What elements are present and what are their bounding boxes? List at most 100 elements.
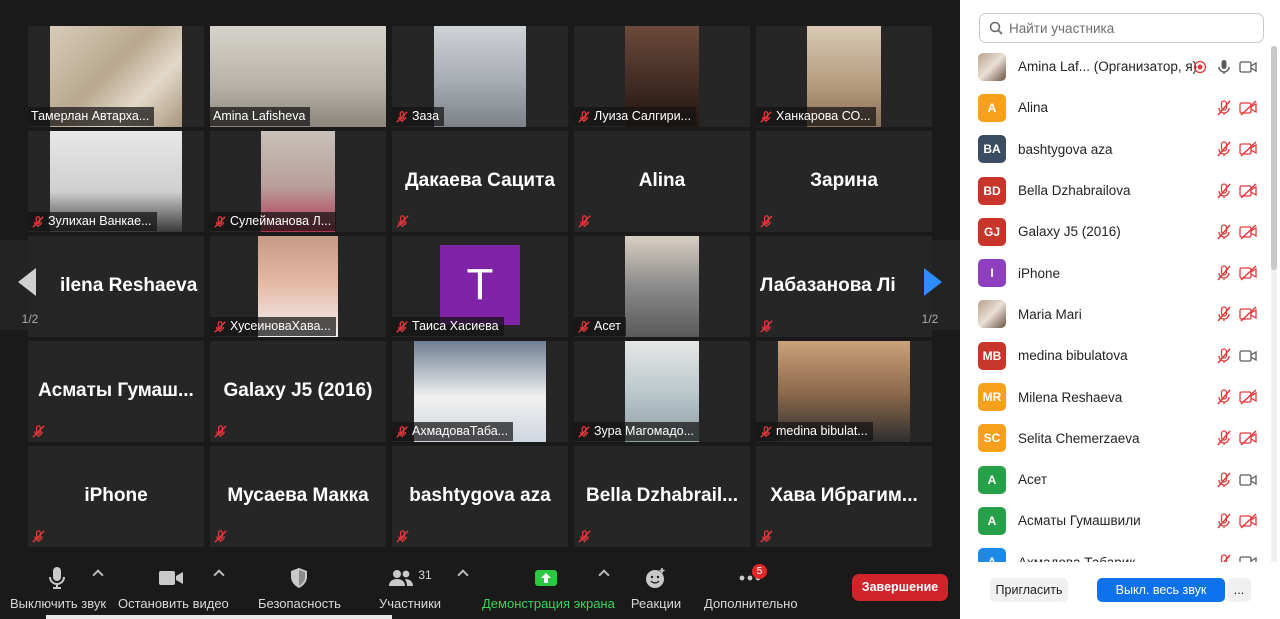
- participant-row[interactable]: A Асматы Гумашвили: [960, 500, 1268, 541]
- video-tile[interactable]: Мусаева Макка: [210, 446, 386, 547]
- mic-muted-icon[interactable]: [1215, 182, 1233, 200]
- video-tile[interactable]: Луиза Салгири...: [574, 26, 750, 127]
- participants-button[interactable]: 31 Участники: [376, 565, 444, 611]
- invite-button[interactable]: Пригласить: [990, 578, 1068, 602]
- end-meeting-button[interactable]: Завершение: [852, 574, 948, 601]
- video-tile[interactable]: Сулейманова Л...: [210, 131, 386, 232]
- participant-row[interactable]: MB medina bibulatova: [960, 335, 1268, 376]
- video-off-icon[interactable]: [1239, 264, 1257, 282]
- mute-button[interactable]: Выключить звук: [10, 565, 106, 611]
- previous-page-button[interactable]: 1/2: [0, 240, 60, 330]
- mic-muted-icon: [760, 530, 773, 543]
- participants-list: Amina Laf... (Организатор, я) A Alina BA bas…: [960, 46, 1268, 562]
- video-camera-icon[interactable]: [1239, 553, 1257, 562]
- security-label: Безопасность: [258, 596, 341, 611]
- video-tile-active-speaker[interactable]: Amina Lafisheva: [210, 26, 386, 127]
- participant-name: Асет: [594, 319, 621, 333]
- participant-name: Асматы Гумашвили: [1018, 513, 1141, 529]
- video-off-icon[interactable]: [1239, 99, 1257, 117]
- video-off-icon[interactable]: [1239, 182, 1257, 200]
- participant-row[interactable]: GJ Galaxy J5 (2016): [960, 211, 1268, 252]
- participant-row[interactable]: A Alina: [960, 87, 1268, 128]
- participant-row[interactable]: A Ахмадова Табарик: [960, 542, 1268, 562]
- panel-footer: Пригласить Выкл. весь звук ...: [960, 562, 1280, 619]
- video-camera-icon[interactable]: [1239, 471, 1257, 489]
- mic-muted-icon: [760, 110, 772, 123]
- video-tile[interactable]: Зулихан Ванкае...: [28, 131, 204, 232]
- video-tile[interactable]: iPhone: [28, 446, 204, 547]
- microphone-icon[interactable]: [1215, 58, 1233, 76]
- participant-name: Selita Chemerzaeva: [1018, 430, 1140, 446]
- participant-name-label: Ханкарова СО...: [756, 107, 876, 126]
- video-tile[interactable]: Асет: [574, 236, 750, 337]
- participant-row[interactable]: IiPhone: [960, 252, 1268, 293]
- participant-row[interactable]: MR Milena Reshaeva: [960, 376, 1268, 417]
- video-tile[interactable]: Ханкарова СО...: [756, 26, 932, 127]
- video-tile[interactable]: Заза: [392, 26, 568, 127]
- stop-video-button[interactable]: Остановить видео: [118, 565, 229, 611]
- video-tile[interactable]: Хава Ибрагим...: [756, 446, 932, 547]
- participant-name: bashtygova aza: [1018, 141, 1113, 157]
- video-tile[interactable]: Зарина: [756, 131, 932, 232]
- next-page-button[interactable]: 1/2: [900, 240, 960, 330]
- participant-name: Тамерлан Автарха...: [31, 109, 150, 123]
- participants-options-caret[interactable]: [457, 569, 469, 581]
- video-grid: Тамерлан Автарха... Amina Lafisheva Заза…: [28, 26, 932, 547]
- video-off-icon[interactable]: [1239, 140, 1257, 158]
- mic-muted-icon[interactable]: [1215, 347, 1233, 365]
- participant-name: Bella Dzhabrailova: [1018, 183, 1131, 199]
- video-off-icon[interactable]: [1239, 223, 1257, 241]
- video-tile[interactable]: Galaxy J5 (2016): [210, 341, 386, 442]
- mic-muted-icon[interactable]: [1215, 305, 1233, 323]
- video-tile[interactable]: Тамерлан Автарха...: [28, 26, 204, 127]
- mic-muted-icon[interactable]: [1215, 264, 1233, 282]
- participant-display-name: Bella Dzhabrail...: [585, 484, 739, 506]
- video-tile[interactable]: Асматы Гумаш...: [28, 341, 204, 442]
- participant-row[interactable]: Amina Laf... (Организатор, я): [960, 46, 1268, 87]
- participants-scrollbar[interactable]: [1271, 46, 1277, 562]
- reactions-button[interactable]: Реакции: [628, 565, 684, 611]
- panel-more-button[interactable]: ...: [1227, 578, 1251, 602]
- video-off-icon[interactable]: [1239, 429, 1257, 447]
- mic-muted-icon[interactable]: [1215, 512, 1233, 530]
- video-tile[interactable]: bashtygova aza: [392, 446, 568, 547]
- share-screen-button[interactable]: Демонстрация экрана: [482, 565, 615, 611]
- video-tile[interactable]: АхмадоваТаба...: [392, 341, 568, 442]
- scrollbar-thumb[interactable]: [1271, 46, 1277, 270]
- participant-avatar: A: [978, 465, 1006, 494]
- video-tile[interactable]: Дакаева Сацита: [392, 131, 568, 232]
- mic-muted-icon: [578, 530, 591, 543]
- video-tile[interactable]: Зура Магомадо...: [574, 341, 750, 442]
- participant-row[interactable]: A Асет: [960, 459, 1268, 500]
- security-button[interactable]: Безопасность: [258, 565, 341, 611]
- mic-muted-icon[interactable]: [1215, 388, 1233, 406]
- mic-muted-icon[interactable]: [1215, 223, 1233, 241]
- mic-muted-icon[interactable]: [1215, 471, 1233, 489]
- mic-muted-icon[interactable]: [1215, 553, 1233, 562]
- arrow-right-icon: [924, 268, 942, 296]
- video-off-icon[interactable]: [1239, 305, 1257, 323]
- video-off-icon[interactable]: [1239, 388, 1257, 406]
- video-tile[interactable]: ХусеиноваХава...: [210, 236, 386, 337]
- participant-row[interactable]: Maria Mari: [960, 294, 1268, 335]
- mic-muted-icon[interactable]: [1215, 140, 1233, 158]
- video-off-icon[interactable]: [1239, 512, 1257, 530]
- video-tile[interactable]: Bella Dzhabrail...: [574, 446, 750, 547]
- search-input[interactable]: [1009, 20, 1249, 36]
- mic-muted-icon[interactable]: [1215, 99, 1233, 117]
- video-tile[interactable]: Alina: [574, 131, 750, 232]
- participant-display-name: Хава Ибрагим...: [770, 484, 918, 506]
- participant-row[interactable]: BD Bella Dzhabrailova: [960, 170, 1268, 211]
- participant-row[interactable]: SC Selita Chemerzaeva: [960, 418, 1268, 459]
- participant-search-box[interactable]: [979, 13, 1264, 43]
- participant-row[interactable]: BA bashtygova aza: [960, 129, 1268, 170]
- video-camera-icon[interactable]: [1239, 58, 1257, 76]
- video-tile[interactable]: T Таиса Хасиева: [392, 236, 568, 337]
- video-tile[interactable]: medina bibulat...: [756, 341, 932, 442]
- participant-name: ХусеиноваХава...: [230, 319, 331, 333]
- mic-muted-icon[interactable]: [1215, 429, 1233, 447]
- more-button[interactable]: Дополнительно: [704, 565, 798, 611]
- mute-all-button[interactable]: Выкл. весь звук: [1097, 578, 1225, 602]
- participant-name-label: Таиса Хасиева: [392, 317, 504, 336]
- video-camera-icon[interactable]: [1239, 347, 1257, 365]
